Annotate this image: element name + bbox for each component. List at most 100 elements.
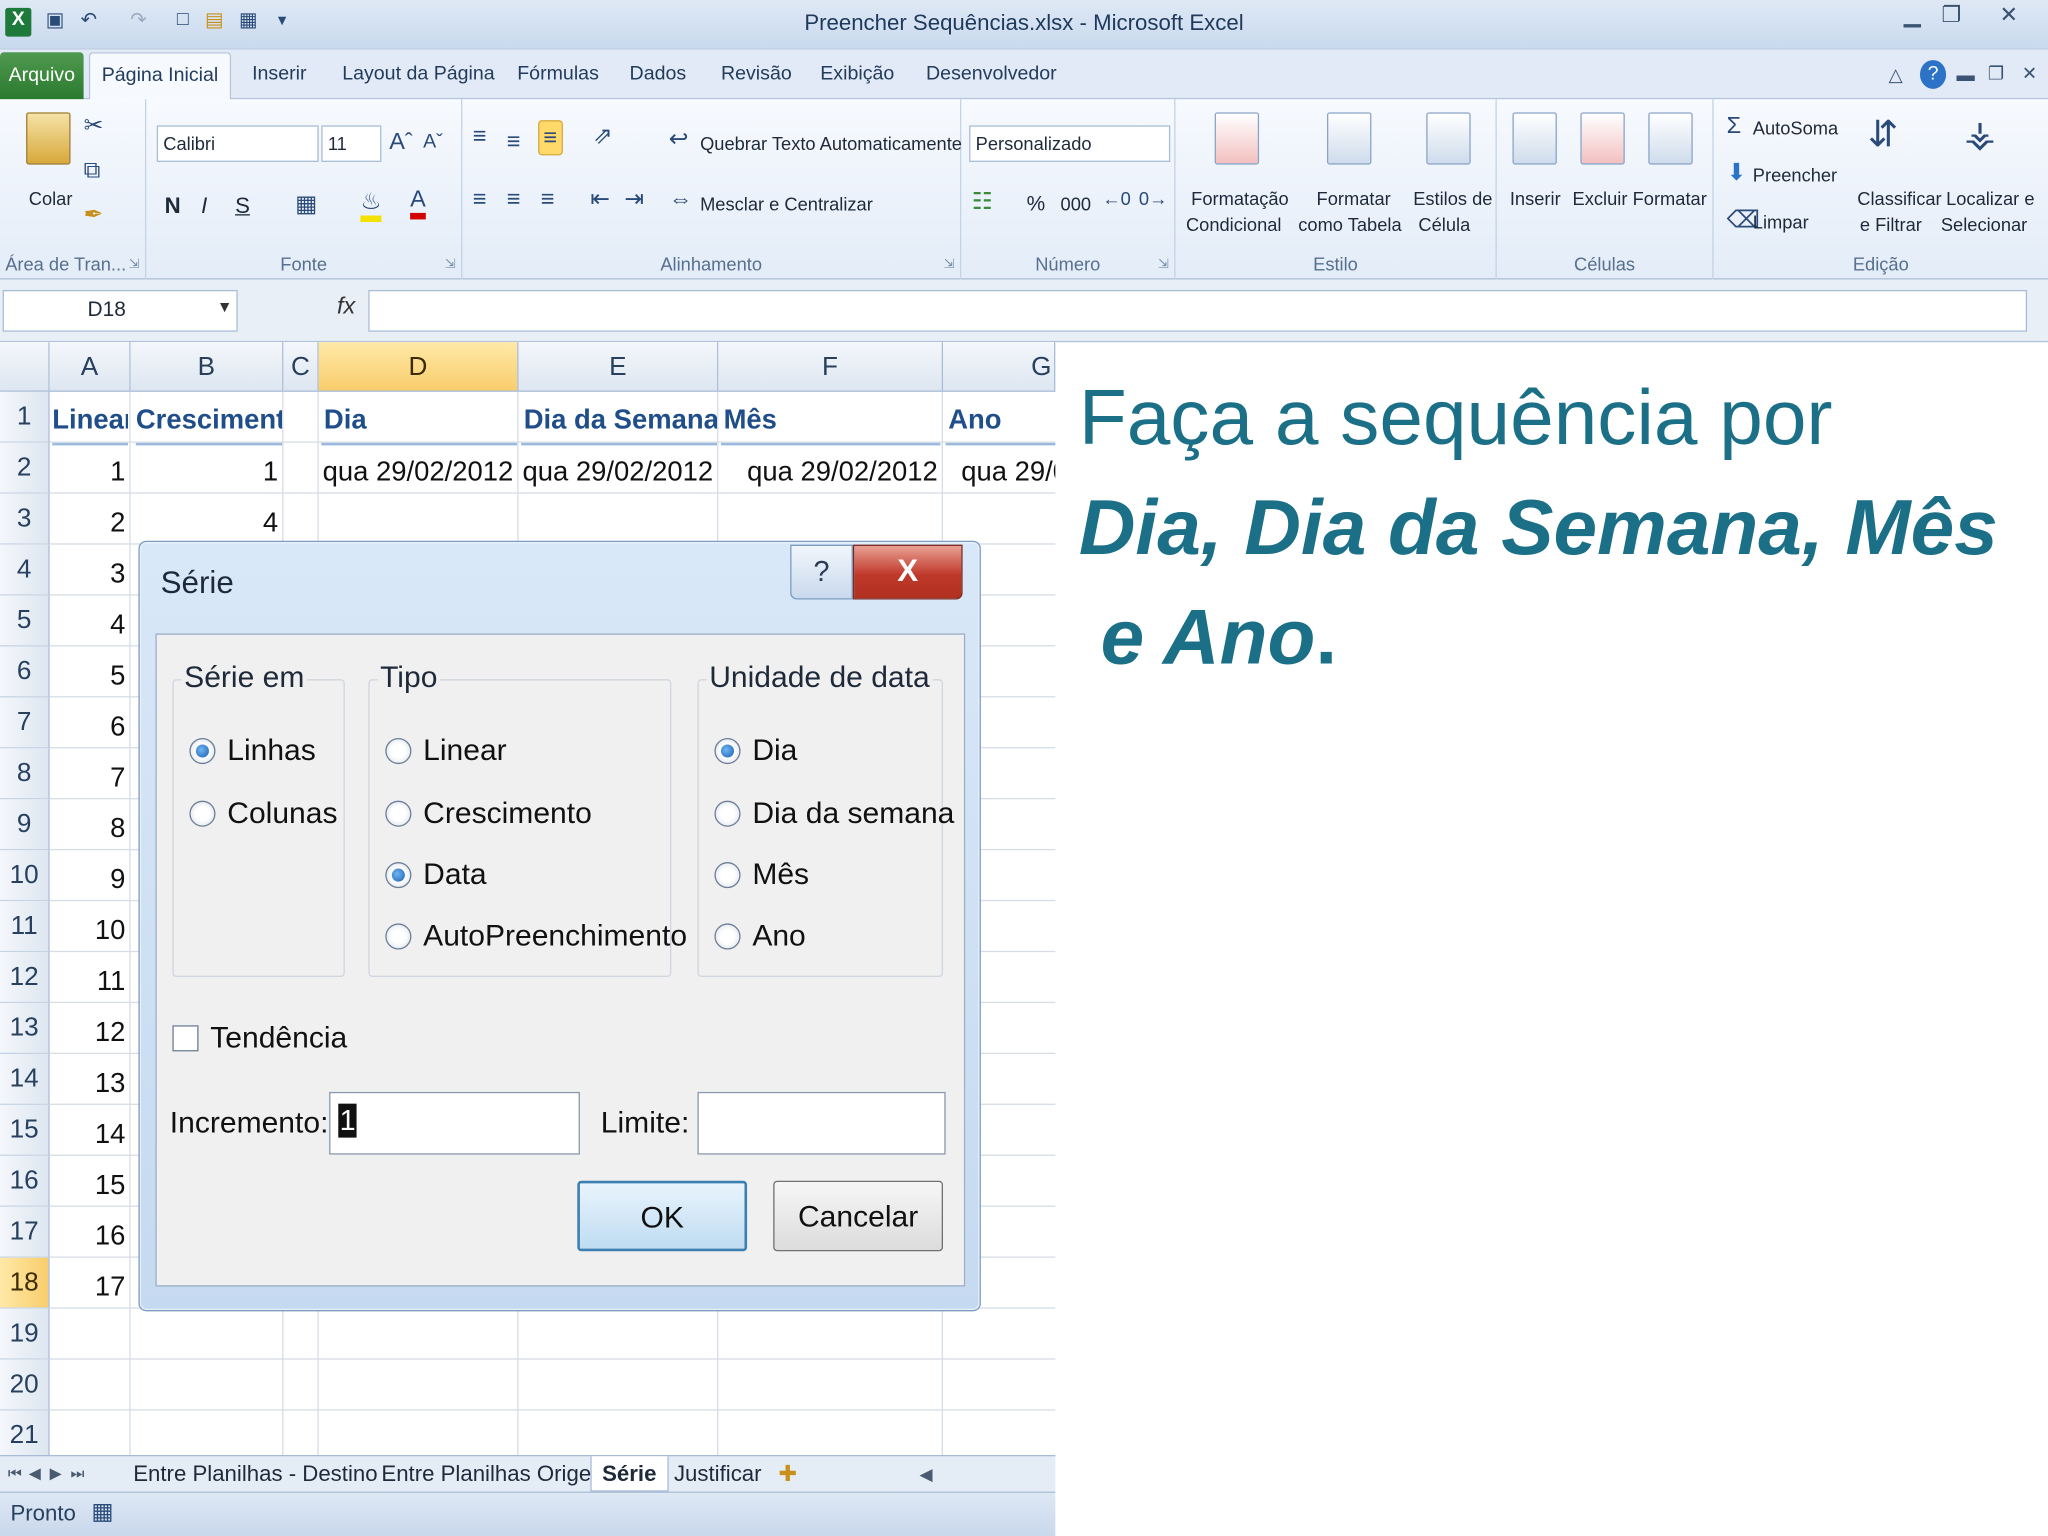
insert-sheet-icon[interactable]: ✚ bbox=[778, 1456, 797, 1491]
cell-g2[interactable]: qua 29/0 bbox=[961, 447, 1055, 498]
help-icon[interactable]: ? bbox=[1919, 60, 1947, 89]
cut-icon[interactable]: ✂ bbox=[84, 112, 104, 139]
radio-dia[interactable]: Dia bbox=[714, 733, 797, 768]
accounting-format-icon[interactable]: ☷ bbox=[972, 188, 993, 215]
number-format-select[interactable]: Personalizado bbox=[969, 125, 1171, 162]
bold-button[interactable]: N bbox=[165, 193, 181, 219]
cell-f1[interactable]: Mês bbox=[720, 394, 941, 446]
radio-data[interactable]: Data bbox=[385, 857, 487, 892]
align-middle-icon[interactable]: ≡ bbox=[507, 128, 521, 155]
select-all-corner[interactable] bbox=[0, 342, 50, 392]
find-select-line1[interactable]: Localizar e bbox=[1946, 188, 2034, 209]
cell-a13[interactable]: 12 bbox=[50, 1007, 131, 1058]
row-header-6[interactable]: 6 bbox=[0, 646, 50, 698]
radio-ano[interactable]: Ano bbox=[714, 918, 806, 953]
copy-icon[interactable]: ⧉ bbox=[84, 157, 101, 184]
radio-autopreenchimento[interactable]: AutoPreenchimento bbox=[385, 918, 687, 953]
tab-arquivo[interactable]: Arquivo bbox=[0, 52, 84, 100]
cell-d1[interactable]: Dia bbox=[321, 394, 518, 446]
radio-linhas[interactable]: Linhas bbox=[189, 733, 316, 768]
insert-function-icon[interactable]: fx bbox=[337, 293, 355, 320]
autosum-icon[interactable]: Σ bbox=[1727, 112, 1742, 139]
radio-crescimento-dot[interactable] bbox=[385, 799, 412, 827]
column-header-c[interactable]: C bbox=[283, 342, 319, 392]
checkbox-tendencia-box[interactable] bbox=[172, 1024, 199, 1051]
format-cells-icon[interactable] bbox=[1648, 112, 1693, 165]
column-header-e[interactable]: E bbox=[518, 342, 719, 392]
find-select-icon[interactable]: ⚶ bbox=[1964, 112, 1995, 155]
increment-input[interactable]: 1 bbox=[329, 1091, 580, 1155]
sort-filter-line2[interactable]: e Filtrar bbox=[1860, 214, 1922, 235]
radio-colunas-dot[interactable] bbox=[189, 799, 216, 827]
tab-desenvolvedor[interactable]: Desenvolvedor bbox=[926, 63, 1057, 85]
name-box[interactable]: D18 bbox=[2, 289, 238, 332]
cell-a9[interactable]: 8 bbox=[50, 803, 131, 854]
cell-a1[interactable]: Linear bbox=[52, 394, 128, 446]
column-header-b[interactable]: B bbox=[130, 342, 284, 392]
row-header-10[interactable]: 10 bbox=[0, 850, 50, 902]
paste-icon[interactable] bbox=[26, 112, 71, 165]
cell-a2[interactable]: 1 bbox=[50, 447, 131, 498]
radio-linear-dot[interactable] bbox=[385, 737, 412, 764]
decrease-indent-icon[interactable]: ⇤ bbox=[590, 185, 610, 212]
sheet-tab-justificar[interactable]: Justificar bbox=[674, 1456, 762, 1491]
format-as-table-line2[interactable]: como Tabela bbox=[1298, 214, 1401, 235]
clear-button[interactable]: Limpar bbox=[1753, 212, 1809, 233]
sort-filter-line1[interactable]: Classificar bbox=[1857, 188, 1941, 209]
column-header-g[interactable]: G bbox=[943, 342, 1056, 392]
cell-a4[interactable]: 3 bbox=[50, 549, 131, 600]
cancel-button[interactable]: Cancelar bbox=[773, 1180, 944, 1252]
radio-dia-da-semana-dot[interactable] bbox=[714, 799, 741, 827]
macro-record-icon[interactable]: ▦ bbox=[91, 1498, 113, 1525]
row-header-3[interactable]: 3 bbox=[0, 493, 50, 545]
radio-dia-dot[interactable] bbox=[714, 737, 741, 764]
cell-a16[interactable]: 15 bbox=[50, 1160, 131, 1211]
tab-formulas[interactable]: Fórmulas bbox=[517, 63, 599, 85]
restore-icon[interactable]: ❐ bbox=[1928, 3, 1975, 34]
cell-styles-line2[interactable]: Célula bbox=[1418, 214, 1470, 235]
cell-a17[interactable]: 16 bbox=[50, 1211, 131, 1262]
radio-data-dot[interactable] bbox=[385, 861, 412, 888]
next-sheet-icon[interactable]: ▶ bbox=[50, 1456, 62, 1491]
row-header-13[interactable]: 13 bbox=[0, 1003, 50, 1055]
fill-button[interactable]: Preencher bbox=[1753, 165, 1837, 186]
first-sheet-icon[interactable]: ⏮ bbox=[8, 1456, 22, 1491]
tab-layout-da-pagina[interactable]: Layout da Página bbox=[342, 63, 495, 85]
wb-close-icon[interactable]: ✕ bbox=[2022, 63, 2037, 85]
tab-revisao[interactable]: Revisão bbox=[721, 63, 792, 85]
row-header-2[interactable]: 2 bbox=[0, 442, 50, 494]
cell-a11[interactable]: 10 bbox=[50, 905, 131, 956]
cell-styles-line1[interactable]: Estilos de bbox=[1413, 188, 1492, 209]
row-header-16[interactable]: 16 bbox=[0, 1155, 50, 1207]
alignment-launcher-icon[interactable]: ⇲ bbox=[944, 257, 955, 271]
cell-a14[interactable]: 13 bbox=[50, 1058, 131, 1109]
italic-button[interactable]: I bbox=[201, 193, 207, 219]
cell-a12[interactable]: 11 bbox=[50, 956, 131, 1007]
format-as-table-line1[interactable]: Formatar bbox=[1317, 188, 1391, 209]
format-as-table-icon[interactable] bbox=[1326, 112, 1372, 165]
fill-color-icon[interactable]: ♨ bbox=[360, 188, 382, 223]
grow-font-icon[interactable]: Aˆ bbox=[389, 128, 413, 155]
row-header-9[interactable]: 9 bbox=[0, 799, 50, 851]
wb-minimize-icon[interactable]: ▬ bbox=[1957, 64, 1975, 85]
align-center-icon[interactable]: ≡ bbox=[507, 185, 521, 212]
cell-e1[interactable]: Dia da Semana bbox=[521, 394, 718, 446]
font-name-select[interactable]: Calibri bbox=[156, 125, 319, 162]
conditional-formatting-icon[interactable] bbox=[1214, 112, 1260, 165]
shrink-font-icon[interactable]: Aˇ bbox=[423, 131, 443, 153]
sort-filter-icon[interactable]: ⇵ bbox=[1868, 112, 1899, 155]
ok-button[interactable]: OK bbox=[577, 1180, 748, 1252]
radio-dia-da-semana[interactable]: Dia da semana bbox=[714, 795, 954, 830]
row-header-21[interactable]: 21 bbox=[0, 1410, 50, 1462]
cell-a7[interactable]: 6 bbox=[50, 701, 131, 752]
row-header-4[interactable]: 4 bbox=[0, 544, 50, 596]
column-header-f[interactable]: F bbox=[718, 342, 944, 392]
merge-center-icon[interactable]: ⇔ bbox=[669, 185, 693, 212]
column-header-d[interactable]: D bbox=[318, 342, 519, 392]
autosum-button[interactable]: AutoSoma bbox=[1753, 118, 1838, 139]
row-header-7[interactable]: 7 bbox=[0, 697, 50, 749]
sheet-tab-serie[interactable]: Série bbox=[590, 1456, 669, 1492]
align-left-icon[interactable]: ≡ bbox=[473, 185, 487, 212]
row-header-18[interactable]: 18 bbox=[0, 1257, 50, 1309]
row-header-20[interactable]: 20 bbox=[0, 1359, 50, 1411]
